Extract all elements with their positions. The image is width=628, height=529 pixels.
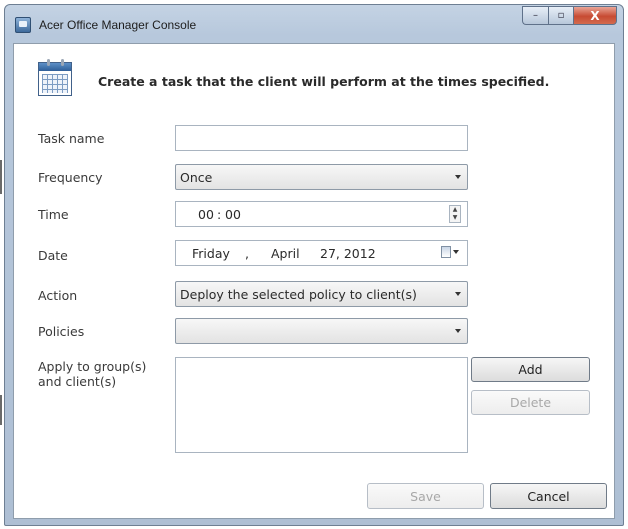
time-separator: :: [217, 207, 222, 222]
groups-label-line1: Apply to group(s): [38, 359, 147, 374]
maximize-button[interactable]: ▫: [548, 6, 573, 25]
left-edge-marker: [0, 160, 2, 194]
calendar-grid: [42, 74, 68, 93]
left-edge-marker: [0, 395, 2, 425]
title-bar[interactable]: Acer Office Manager Console – ▫ X: [5, 5, 623, 43]
calendar-ring: [61, 59, 64, 66]
policies-label: Policies: [38, 324, 85, 339]
time-hour[interactable]: 00: [198, 207, 214, 222]
calendar-icon: [38, 59, 72, 96]
chevron-down-icon: [455, 292, 461, 296]
cancel-button[interactable]: Cancel: [490, 483, 607, 509]
date-month[interactable]: April: [271, 246, 300, 261]
date-day-year[interactable]: 27, 2012: [320, 246, 376, 261]
date-dropdown-button[interactable]: [441, 246, 459, 258]
groups-label-line2: and client(s): [38, 374, 117, 389]
date-label: Date: [38, 248, 68, 263]
spin-down-icon[interactable]: ▼: [453, 215, 458, 221]
window-controls: – ▫ X: [522, 6, 617, 26]
groups-clients-list[interactable]: [175, 357, 468, 453]
add-button[interactable]: Add: [471, 357, 590, 382]
task-name-input[interactable]: [175, 125, 468, 151]
app-icon: [15, 17, 31, 33]
task-name-label: Task name: [38, 131, 105, 146]
mini-calendar-icon: [441, 246, 451, 258]
date-picker[interactable]: Friday , April 27, 2012: [175, 240, 468, 266]
time-picker[interactable]: 00 : 00 ▲ ▼: [175, 201, 468, 227]
frequency-select[interactable]: Once: [175, 164, 468, 190]
minimize-button[interactable]: –: [522, 6, 548, 25]
policies-select[interactable]: [175, 318, 468, 344]
action-select[interactable]: Deploy the selected policy to client(s): [175, 281, 468, 307]
delete-button[interactable]: Delete: [471, 390, 590, 415]
page-headline: Create a task that the client will perfo…: [98, 74, 550, 89]
frequency-value: Once: [180, 169, 213, 185]
action-value: Deploy the selected policy to client(s): [180, 286, 417, 302]
calendar-header-strip: [39, 63, 71, 71]
time-minute[interactable]: 00: [225, 207, 241, 222]
calendar-ring: [47, 59, 50, 66]
time-spinner[interactable]: ▲ ▼: [449, 205, 461, 223]
window-title: Acer Office Manager Console: [39, 18, 197, 32]
time-label: Time: [38, 207, 69, 222]
spin-up-icon[interactable]: ▲: [453, 207, 458, 213]
chevron-down-icon: [453, 250, 459, 254]
date-comma: ,: [245, 246, 249, 261]
chevron-down-icon: [455, 175, 461, 179]
save-button[interactable]: Save: [367, 483, 484, 509]
frequency-label: Frequency: [38, 170, 103, 185]
date-weekday[interactable]: Friday: [192, 246, 230, 261]
close-button[interactable]: X: [573, 6, 617, 25]
action-label: Action: [38, 288, 78, 303]
chevron-down-icon: [455, 329, 461, 333]
